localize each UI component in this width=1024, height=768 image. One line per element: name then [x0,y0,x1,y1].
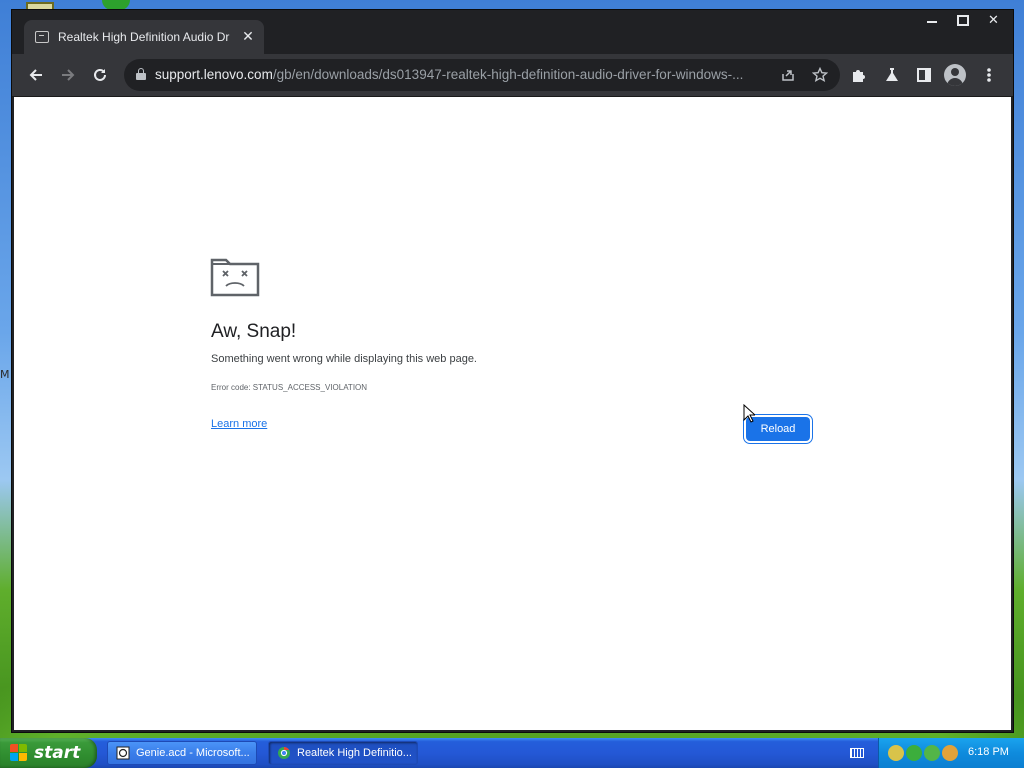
taskbar-item-label: Genie.acd - Microsoft... [136,747,250,759]
window-controls: ✕ [916,10,1009,30]
forward-button[interactable] [56,63,80,87]
close-window-button[interactable]: ✕ [978,10,1009,30]
genie-app-icon [116,746,130,760]
url-host: support.lenovo.com [155,67,273,82]
taskbar-clock: 6:18 PM [968,746,1009,758]
page-content: Aw, Snap! Something went wrong while dis… [14,97,1011,730]
start-button[interactable]: start [0,738,97,768]
error-message: Something went wrong while displaying th… [211,353,477,365]
sad-page-favicon-icon [35,31,49,43]
maximize-button[interactable] [947,10,978,30]
system-tray: 6:18 PM [878,738,1024,768]
labs-flask-icon[interactable] [881,64,903,86]
chrome-app-icon [278,747,290,759]
back-arrow-icon [29,69,42,81]
browser-window: Realtek High Definition Audio Driver ✕ ✕… [12,10,1013,732]
tray-network-icon[interactable] [888,745,904,761]
error-code: Error code: STATUS_ACCESS_VIOLATION [211,383,368,392]
maximize-icon [956,14,969,26]
mouse-cursor-icon [743,404,755,423]
extensions-puzzle-icon[interactable] [848,64,870,86]
tray-search-icon[interactable] [942,745,958,761]
tab-close-icon[interactable]: ✕ [240,29,256,45]
keyboard-language-icon[interactable] [850,748,864,758]
taskbar-item-genie[interactable]: Genie.acd - Microsoft... [107,741,257,765]
reload-button[interactable]: Reload [746,417,810,441]
share-icon[interactable] [778,65,798,85]
kebab-menu-icon[interactable] [978,64,1000,86]
bookmark-star-icon[interactable] [810,65,830,85]
url-path: /gb/en/downloads/ds013947-realtek-high-d… [272,67,744,82]
reload-page-button[interactable] [88,63,112,87]
back-button[interactable] [24,63,48,87]
tray-shield-icon[interactable] [924,745,940,761]
learn-more-link[interactable]: Learn more [211,418,267,430]
minimize-button[interactable] [916,10,947,30]
refresh-icon [94,68,106,81]
sad-tab-icon [210,258,260,297]
browser-tab[interactable]: Realtek High Definition Audio Driver ✕ [24,20,264,54]
forward-arrow-icon [62,69,75,81]
desktop-bug-icon[interactable] [102,0,130,10]
side-panel-icon[interactable] [917,68,931,82]
taskbar: start Genie.acd - Microsoft... Realtek H… [0,738,1024,768]
browser-titlebar: Realtek High Definition Audio Driver ✕ ✕ [12,10,1013,54]
url-text[interactable]: support.lenovo.com/gb/en/downloads/ds013… [155,67,767,82]
windows-logo-icon [10,744,28,762]
taskbar-item-label: Realtek High Definitio... [297,747,412,759]
start-label: start [34,743,81,763]
address-bar[interactable]: support.lenovo.com/gb/en/downloads/ds013… [124,59,840,91]
lock-icon[interactable] [136,68,146,80]
tray-bug-icon[interactable] [906,745,922,761]
desktop-edge-text: M [0,368,10,381]
error-title: Aw, Snap! [211,321,297,342]
browser-toolbar: support.lenovo.com/gb/en/downloads/ds013… [12,54,1013,97]
profile-avatar-icon[interactable] [944,64,966,86]
tab-title: Realtek High Definition Audio Driver [58,30,230,44]
taskbar-item-chrome[interactable]: Realtek High Definitio... [268,741,418,765]
minimize-icon [926,21,937,23]
